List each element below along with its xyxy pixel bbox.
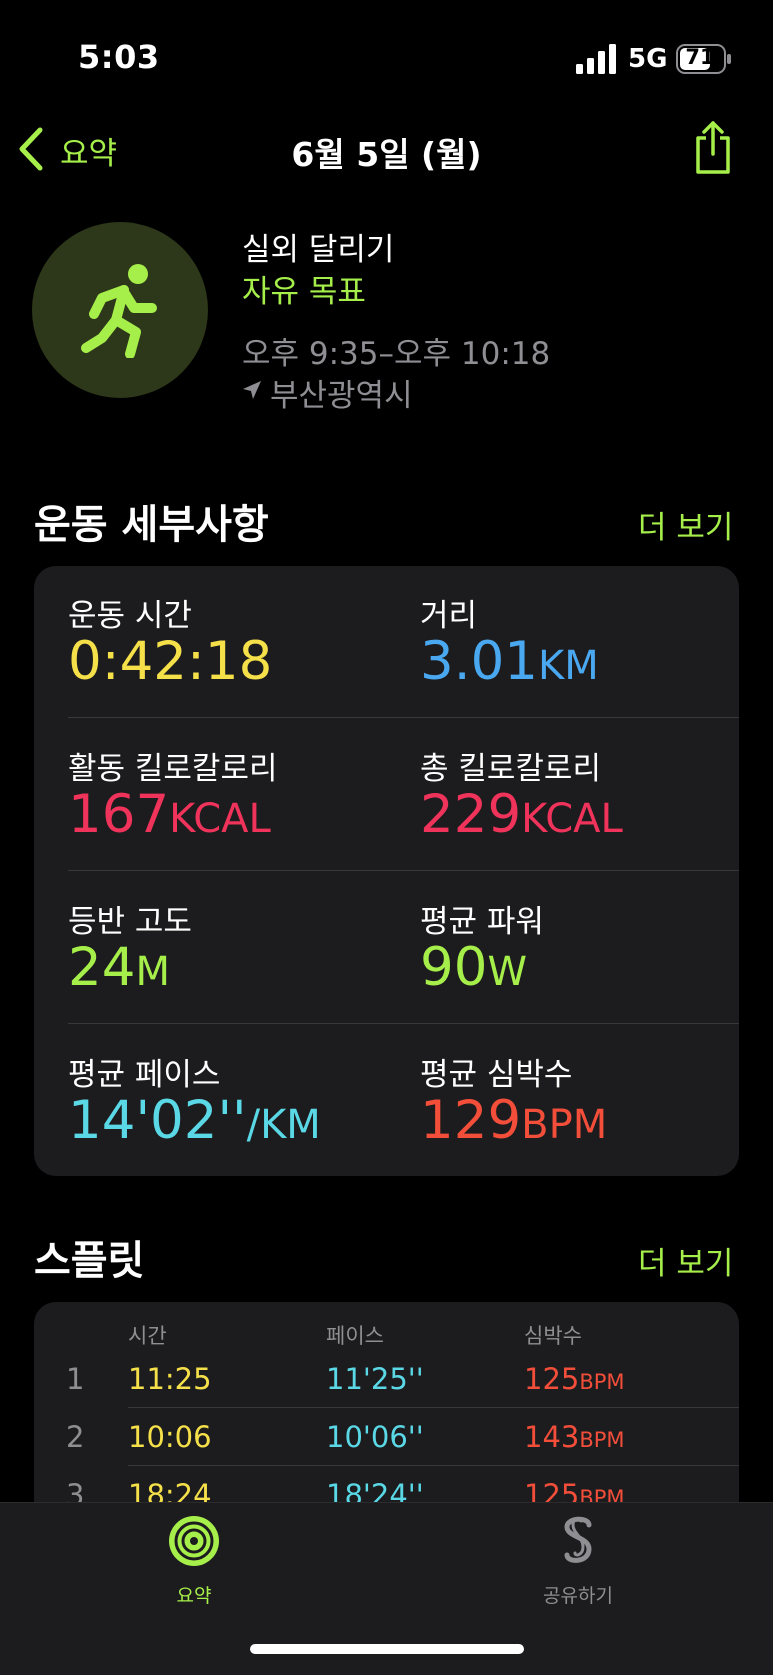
- splits-card: 시간 페이스 심박수 1 11:25 11'25'' 125BPM 2 10:0…: [34, 1302, 739, 1522]
- home-indicator: [250, 1644, 524, 1654]
- location-arrow-icon: [243, 381, 261, 399]
- metric-active-calories: 활동 킬로칼로리 167KCAL: [68, 743, 278, 841]
- metric-value: 3.01: [420, 631, 539, 692]
- activity-rings-icon: [169, 1516, 219, 1566]
- metric-workout-time: 운동 시간 0:42:18: [68, 590, 272, 688]
- metric-avg-power: 평균 파워 90W: [420, 896, 544, 994]
- metric-label: 총 킬로칼로리: [420, 751, 601, 787]
- metric-label: 거리: [420, 598, 478, 634]
- metric-value: 24: [68, 937, 136, 998]
- split-number: 2: [66, 1420, 85, 1454]
- metric-avg-pace: 평균 페이스 14'02''/KM: [68, 1049, 321, 1147]
- splits-more-link[interactable]: 더 보기: [638, 1238, 733, 1283]
- sharing-icon: [564, 1516, 592, 1563]
- metric-label: 운동 시간: [68, 598, 192, 634]
- splits-header-pace: 페이스: [326, 1324, 384, 1348]
- split-heart-rate: 143: [524, 1420, 580, 1454]
- tab-summary-label: 요약: [176, 1585, 212, 1607]
- split-time: 11:25: [128, 1362, 212, 1396]
- metric-value: 129: [420, 1090, 522, 1151]
- split-pace: 10'06'': [326, 1420, 424, 1454]
- running-figure-icon: [81, 264, 157, 358]
- split-row: 1 11:25 11'25'' 125BPM: [34, 1354, 739, 1408]
- share-icon[interactable]: [692, 120, 734, 176]
- metric-label: 평균 심박수: [420, 1057, 573, 1093]
- metric-value: 167: [68, 784, 170, 845]
- split-heart-rate: 125: [524, 1362, 580, 1396]
- metric-value: 90: [420, 937, 488, 998]
- metric-label: 평균 파워: [420, 904, 544, 940]
- metric-distance: 거리 3.01KM: [420, 590, 599, 688]
- metric-label: 활동 킬로칼로리: [68, 751, 278, 787]
- metric-avg-heart-rate: 평균 심박수 129BPM: [420, 1049, 607, 1147]
- status-time: 5:03: [78, 38, 160, 76]
- divider: [68, 717, 739, 718]
- metric-unit: KCAL: [521, 796, 623, 842]
- divider: [68, 870, 739, 871]
- splits-header-time: 시간: [128, 1324, 167, 1348]
- metric-value: 14'02'': [68, 1090, 247, 1151]
- metric-value: 0:42:18: [68, 631, 273, 692]
- divider: [68, 1023, 739, 1024]
- metric-unit: M: [135, 949, 170, 995]
- details-more-link[interactable]: 더 보기: [638, 502, 733, 547]
- metric-elevation-gain: 등반 고도 24M: [68, 896, 192, 994]
- battery-level: 71: [685, 45, 715, 69]
- split-heart-rate-unit: BPM: [579, 1370, 625, 1394]
- metric-total-calories: 총 킬로칼로리 229KCAL: [420, 743, 623, 841]
- metric-unit: KCAL: [169, 796, 271, 842]
- cellular-signal-icon: [576, 44, 616, 74]
- split-pace: 11'25'': [326, 1362, 424, 1396]
- splits-section-title: 스플릿: [34, 1238, 145, 1284]
- split-row: 2 10:06 10'06'' 143BPM: [34, 1412, 739, 1466]
- split-number: 1: [66, 1362, 85, 1396]
- details-section-title: 운동 세부사항: [34, 502, 269, 548]
- divider: [128, 1407, 739, 1408]
- workout-location: 부산광역시: [270, 378, 413, 414]
- network-type: 5G: [628, 44, 668, 74]
- metric-label: 등반 고도: [68, 904, 192, 940]
- divider: [128, 1465, 739, 1466]
- metric-label: 평균 페이스: [68, 1057, 221, 1093]
- page-title: 6월 5일 (월): [291, 135, 482, 174]
- tab-summary[interactable]: 요약: [120, 1509, 268, 1609]
- metric-unit: W: [487, 949, 528, 995]
- metric-value: 229: [420, 784, 522, 845]
- metric-unit: /KM: [246, 1102, 321, 1148]
- tab-sharing-label: 공유하기: [543, 1585, 613, 1607]
- split-time: 10:06: [128, 1420, 212, 1454]
- workout-goal: 자유 목표: [242, 274, 366, 310]
- tab-sharing[interactable]: 공유하기: [504, 1509, 652, 1609]
- workout-time-range: 오후 9:35–오후 10:18: [242, 336, 551, 372]
- splits-header-heart-rate: 심박수: [524, 1324, 582, 1348]
- split-heart-rate-unit: BPM: [579, 1428, 625, 1452]
- metric-unit: BPM: [521, 1102, 608, 1148]
- workout-type: 실외 달리기: [242, 232, 395, 268]
- metric-unit: KM: [538, 643, 599, 689]
- details-card: 운동 시간 0:42:18 거리 3.01KM 활동 킬로칼로리 167KCAL…: [34, 566, 739, 1176]
